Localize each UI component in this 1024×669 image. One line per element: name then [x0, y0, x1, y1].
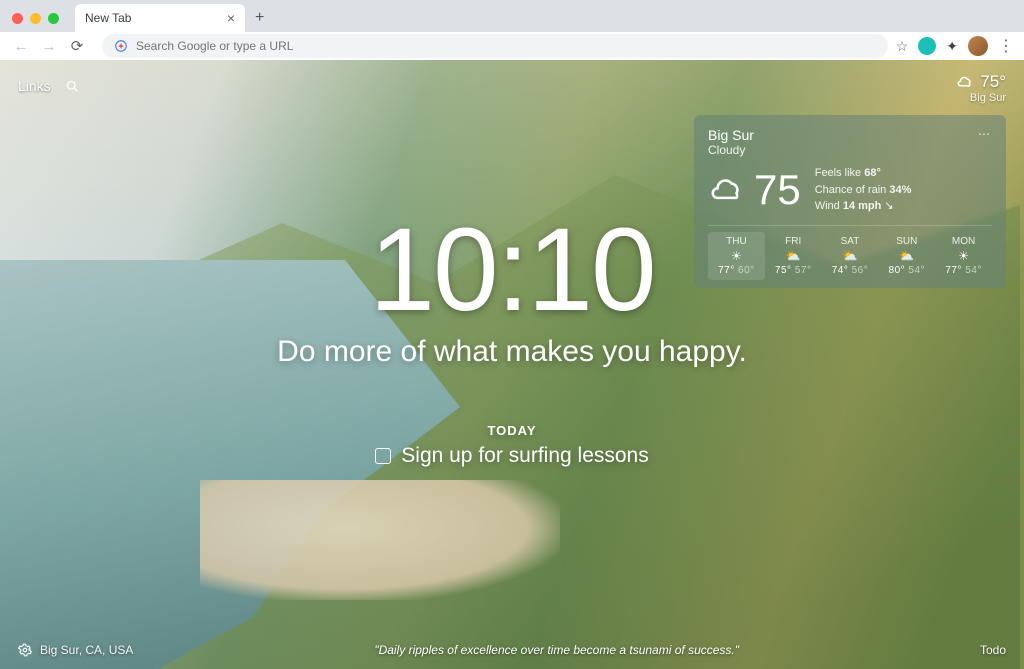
extensions-menu-icon[interactable]: ✦ — [946, 38, 958, 55]
back-button[interactable]: ← — [10, 35, 32, 57]
bottom-bar: Big Sur, CA, USA "Daily ripples of excel… — [0, 643, 1024, 657]
new-tab-button[interactable]: + — [255, 9, 264, 27]
maximize-window-button[interactable] — [48, 13, 59, 24]
clock: 10:10 — [0, 211, 1024, 329]
omnibox[interactable] — [102, 34, 888, 58]
google-icon — [114, 39, 128, 53]
close-window-button[interactable] — [12, 13, 23, 24]
todo-button[interactable]: Todo — [980, 643, 1006, 657]
weather-badge-location: Big Sur — [956, 92, 1006, 104]
weather-location: Big Sur — [708, 127, 754, 143]
photo-location: Big Sur, CA, USA — [40, 643, 133, 657]
cloud-icon — [708, 171, 746, 209]
feels-like-label: Feels like — [815, 167, 861, 179]
focus-todo-text: Sign up for surfing lessons — [401, 444, 648, 468]
checkbox-icon[interactable] — [375, 448, 391, 464]
omnibox-input[interactable] — [136, 39, 876, 53]
weather-condition: Cloudy — [708, 143, 754, 157]
extension-icon[interactable] — [918, 37, 936, 55]
photo-info[interactable]: Big Sur, CA, USA — [18, 643, 133, 657]
minimize-window-button[interactable] — [30, 13, 41, 24]
address-bar: ← → ⟳ ☆ ✦ ⋮ — [0, 32, 1024, 60]
weather-badge-temp: 75° — [980, 72, 1006, 92]
feels-like-value: 68° — [864, 167, 881, 179]
gear-icon[interactable] — [18, 643, 32, 657]
rain-label: Chance of rain — [815, 184, 887, 196]
reload-button[interactable]: ⟳ — [66, 35, 88, 57]
tab-bar: New Tab × + — [0, 0, 1024, 32]
mantra-text: Do more of what makes you happy. — [0, 335, 1024, 369]
window-controls — [12, 13, 59, 24]
today-label: TODAY — [0, 423, 1024, 438]
weather-temp: 75 — [754, 166, 801, 214]
weather-current: 75 — [708, 166, 801, 214]
new-tab-page: Links 75° Big Sur Big Sur Cloudy ⋯ 75 F — [0, 60, 1024, 669]
weather-menu-icon[interactable]: ⋯ — [978, 127, 992, 141]
browser-tab[interactable]: New Tab × — [75, 4, 245, 32]
quote-text[interactable]: "Daily ripples of excellence over time b… — [374, 643, 739, 657]
focus-todo-item[interactable]: Sign up for surfing lessons — [375, 444, 648, 468]
today-focus: TODAY Sign up for surfing lessons — [0, 423, 1024, 469]
tab-title: New Tab — [85, 11, 131, 25]
cloud-icon — [956, 73, 974, 91]
rain-value: 34% — [889, 184, 911, 196]
center-block: 10:10 Do more of what makes you happy. T… — [0, 211, 1024, 469]
weather-badge[interactable]: 75° Big Sur — [956, 72, 1006, 104]
close-tab-icon[interactable]: × — [227, 10, 235, 26]
forward-button[interactable]: → — [38, 35, 60, 57]
top-left-controls: Links — [18, 78, 80, 94]
profile-avatar[interactable] — [968, 36, 988, 56]
background-beach — [200, 480, 560, 600]
browser-menu-icon[interactable]: ⋮ — [998, 36, 1014, 56]
weather-details: Feels like 68° Chance of rain 34% Wind 1… — [815, 165, 912, 215]
links-button[interactable]: Links — [18, 78, 51, 94]
bookmark-icon[interactable]: ☆ — [896, 38, 909, 55]
browser-chrome: New Tab × + ← → ⟳ ☆ ✦ ⋮ — [0, 0, 1024, 60]
toolbar-right: ☆ ✦ ⋮ — [896, 36, 1014, 56]
search-icon[interactable] — [65, 79, 80, 94]
